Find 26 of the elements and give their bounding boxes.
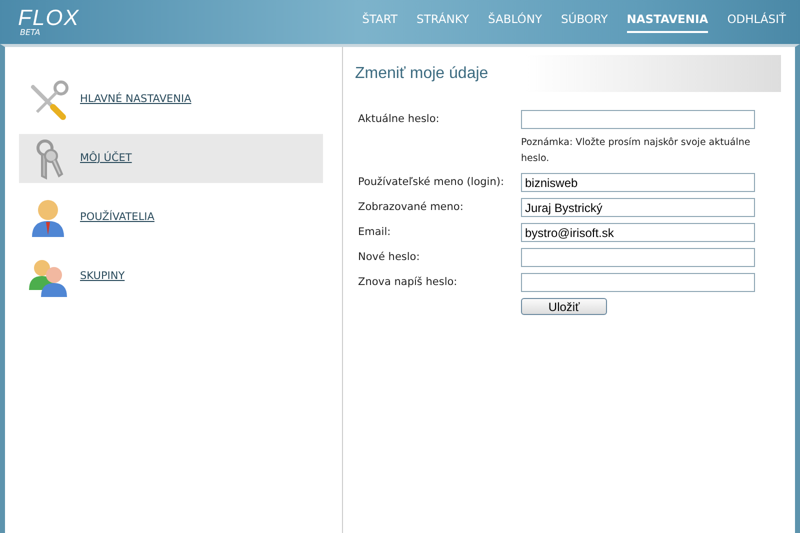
input-field[interactable] [521, 248, 755, 267]
input-field[interactable]: biznisweb [521, 173, 755, 192]
field-label: Znova napíš heslo: [358, 274, 458, 290]
sidebar-item[interactable]: POUŽÍVATELIA [19, 193, 323, 242]
sidebar-link[interactable]: HLAVNÉ NASTAVENIA [80, 92, 192, 108]
sidebar-item[interactable]: SKUPINY [19, 252, 323, 301]
field-label: Email: [358, 224, 392, 240]
sidebar-item[interactable]: HLAVNÉ NASTAVENIA [19, 75, 323, 124]
input-field[interactable]: bystro@irisoft.sk [521, 223, 755, 242]
sidebar-link[interactable]: MÔJ ÚČET [80, 150, 132, 166]
nav-link[interactable]: ODHLÁSIŤ [727, 11, 786, 33]
sidebar-link[interactable]: POUŽÍVATELIA [80, 210, 154, 226]
input-field[interactable] [521, 273, 755, 292]
input-field[interactable] [521, 110, 755, 129]
sidebar-item[interactable]: MÔJ ÚČET [19, 134, 323, 183]
field-label: Používateľské meno (login): [358, 174, 506, 190]
input-field[interactable]: Juraj Bystrický [521, 198, 755, 217]
save-button[interactable]: Uložiť [521, 298, 607, 315]
field-label: Nové heslo: [358, 250, 421, 265]
logo: FLOX [18, 7, 80, 29]
note-text: Poznámka: Vložte prosím najskôr svoje aktuálne heslo. [521, 136, 752, 166]
form-title: Zmeniť moje údaje [353, 55, 781, 92]
sidebar-link[interactable]: SKUPINY [80, 268, 125, 284]
field-label: Aktuálne heslo: [358, 112, 440, 127]
logo-tag: BETA [20, 29, 80, 37]
field-label: Zobrazované meno: [358, 200, 464, 215]
